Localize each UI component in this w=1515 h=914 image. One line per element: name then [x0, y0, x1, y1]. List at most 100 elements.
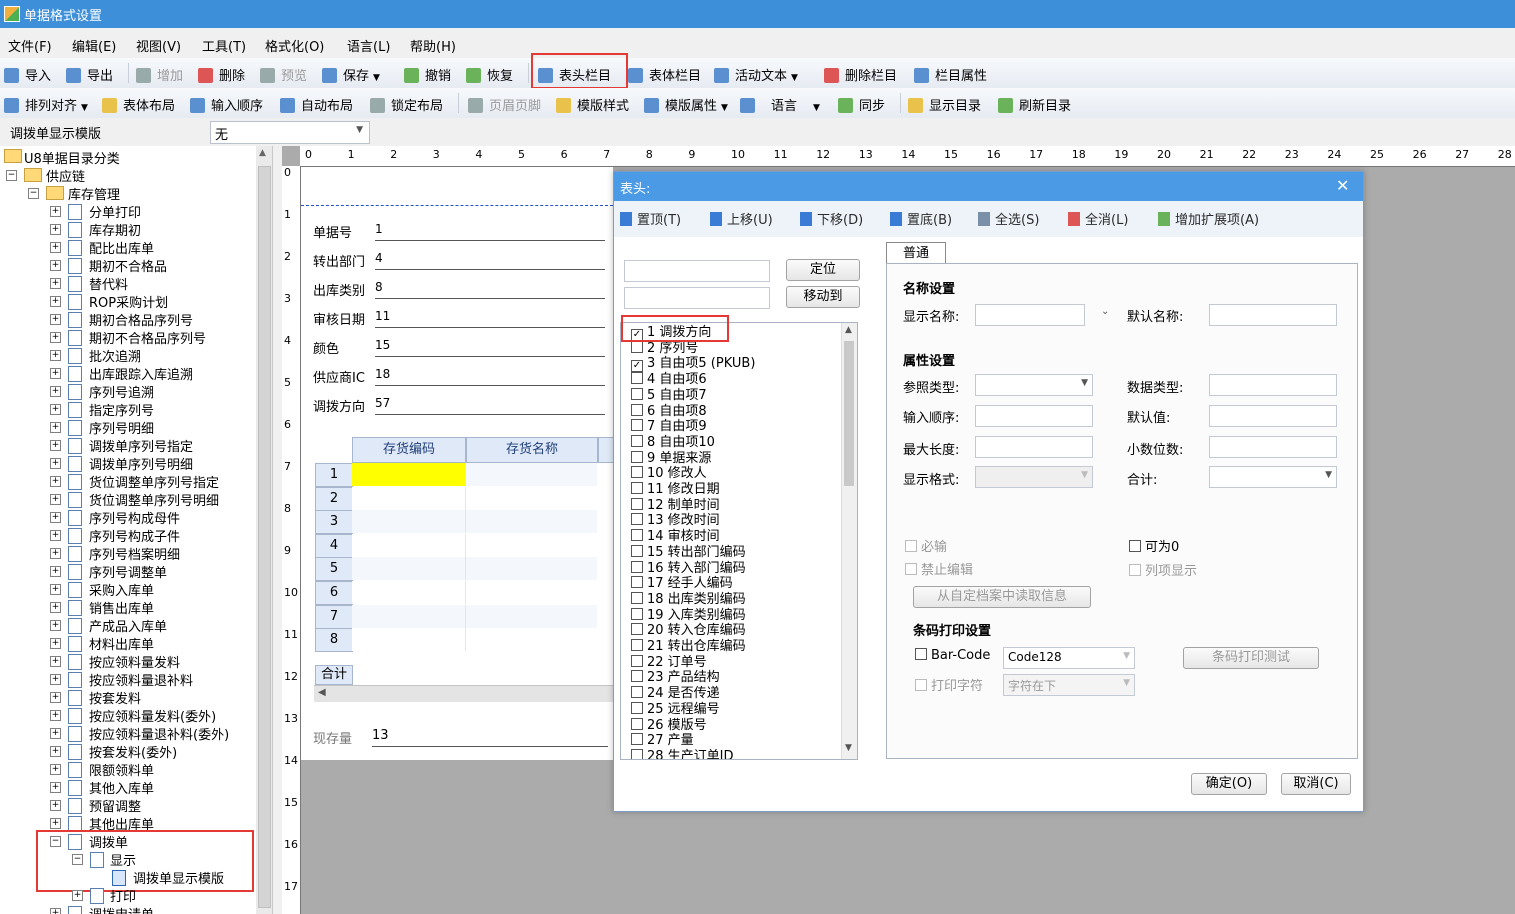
grid-cell[interactable]	[466, 510, 597, 534]
expand-icon[interactable]: +	[50, 206, 61, 217]
expand-icon[interactable]: +	[50, 278, 61, 289]
column-list-item[interactable]: 19 入库类别编码	[631, 607, 746, 623]
tree-node[interactable]: 配比出库单	[89, 238, 154, 257]
column-list-item[interactable]: 12 制单时间	[631, 497, 720, 513]
expand-icon[interactable]: +	[50, 368, 61, 379]
list-scrollbar[interactable]: ▲ ▼	[841, 323, 857, 759]
stock-value[interactable]: 13	[372, 728, 608, 747]
grid-cell[interactable]	[466, 486, 597, 510]
checkbox[interactable]	[631, 623, 643, 636]
checkbox[interactable]	[631, 607, 643, 620]
tree-node[interactable]: 产成品入库单	[89, 616, 167, 635]
field-value[interactable]: 15	[375, 338, 605, 357]
list-display-checkbox[interactable]: 列项显示	[1129, 560, 1197, 579]
grid-header-name[interactable]: 存货名称	[466, 437, 598, 463]
column-list-item[interactable]: 27 产量	[631, 733, 694, 748]
grid-row-number[interactable]: 4	[315, 533, 353, 558]
tree-scrollbar[interactable]: ▲	[256, 146, 272, 914]
checkbox[interactable]	[631, 372, 643, 385]
grid-row-number[interactable]: 7	[315, 604, 353, 629]
display-format-select[interactable]: ▼	[975, 466, 1093, 488]
tree-node[interactable]: 序列号构成母件	[89, 508, 180, 527]
grid-row-number[interactable]: 1	[315, 463, 353, 487]
column-list-item[interactable]: 26 模版号	[631, 717, 707, 733]
expand-icon[interactable]: +	[50, 440, 61, 451]
expand-icon[interactable]: +	[50, 764, 61, 775]
column-list-item[interactable]: 15 转出部门编码	[631, 544, 746, 560]
checkbox[interactable]	[631, 686, 643, 699]
collapse-icon[interactable]: −	[50, 836, 61, 847]
checkbox[interactable]	[631, 717, 643, 730]
tree-node[interactable]: 货位调整单序列号指定	[89, 472, 219, 491]
scroll-down-icon[interactable]: ▼	[845, 743, 852, 753]
checkbox[interactable]	[631, 450, 643, 463]
expand-icon[interactable]: +	[50, 314, 61, 325]
menu-file[interactable]: 文件(F)	[8, 36, 52, 55]
column-list-item[interactable]: 25 远程编号	[631, 701, 720, 717]
expand-icon[interactable]: +	[50, 422, 61, 433]
expand-icon[interactable]: +	[50, 494, 61, 505]
tree-node[interactable]: 分单打印	[89, 202, 141, 221]
expand-icon[interactable]: +	[50, 476, 61, 487]
grid-cell[interactable]	[352, 510, 466, 534]
grid-cell[interactable]	[466, 533, 597, 557]
menu-edit[interactable]: 编辑(E)	[72, 36, 116, 55]
tree-node[interactable]: 限额领料单	[89, 760, 154, 779]
expand-icon[interactable]: +	[50, 566, 61, 577]
no-edit-checkbox[interactable]: 禁止编辑	[905, 559, 973, 578]
checkbox[interactable]	[631, 591, 643, 604]
tree-node-print[interactable]: 打印	[110, 886, 136, 905]
align-button[interactable]: 排列对齐 ▼	[4, 95, 88, 114]
import-button[interactable]: 导入	[4, 65, 51, 84]
chevron-down-icon[interactable]: ⌄	[1101, 306, 1109, 317]
checkbox[interactable]	[631, 670, 643, 683]
grid-cell[interactable]	[352, 533, 466, 557]
default-name-input[interactable]	[1209, 304, 1337, 326]
checkbox[interactable]	[631, 387, 643, 400]
expand-icon[interactable]: +	[50, 908, 61, 914]
expand-icon[interactable]: +	[72, 890, 83, 901]
column-list-item[interactable]: 21 转出仓库编码	[631, 639, 746, 654]
refresh-catalog-button[interactable]: 刷新目录	[998, 95, 1071, 114]
print-chars-checkbox[interactable]: 打印字符	[915, 675, 983, 694]
grid-header-code[interactable]: 存货编码	[352, 437, 466, 463]
grid-row-number[interactable]: 5	[315, 557, 353, 582]
menu-help[interactable]: 帮助(H)	[410, 36, 456, 55]
menu-format[interactable]: 格式化(O)	[265, 36, 324, 55]
expand-icon[interactable]: +	[50, 332, 61, 343]
template-style-button[interactable]: 模版样式	[556, 95, 629, 114]
barcode-checkbox[interactable]: Bar-Code	[915, 648, 990, 663]
column-list-item[interactable]: 18 出库类别编码	[631, 591, 746, 607]
tab-general[interactable]: 普通	[886, 242, 946, 264]
checkbox[interactable]	[631, 654, 643, 667]
tree-node[interactable]: 按套发料	[89, 688, 141, 707]
column-list-item[interactable]: 13 修改时间	[631, 513, 720, 528]
scroll-left-icon[interactable]: ◀	[318, 687, 326, 698]
select-all-button[interactable]: 全选(S)	[978, 209, 1039, 228]
column-list-item[interactable]: 8 自由项10	[631, 434, 715, 450]
expand-icon[interactable]: +	[50, 350, 61, 361]
grid-cell[interactable]	[466, 581, 597, 604]
grid-row-number[interactable]: 3	[315, 510, 353, 535]
tree-node[interactable]: 预留调整	[89, 796, 141, 815]
lock-layout-button[interactable]: 锁定布局	[370, 95, 443, 114]
clear-all-button[interactable]: 全消(L)	[1068, 209, 1128, 228]
data-type-input[interactable]	[1209, 374, 1337, 396]
menu-tools[interactable]: 工具(T)	[202, 36, 246, 55]
tree-node[interactable]: 批次追溯	[89, 346, 141, 365]
column-list-item[interactable]: 22 订单号	[631, 654, 707, 670]
grid-cell[interactable]	[352, 486, 466, 510]
tree-node[interactable]: 替代料	[89, 274, 128, 293]
expand-icon[interactable]: +	[50, 746, 61, 757]
expand-icon[interactable]: +	[50, 674, 61, 685]
tree-node[interactable]: 按应领料量退补料	[89, 670, 193, 689]
display-name-input[interactable]	[975, 304, 1085, 326]
language-button[interactable]: 语言 ▼	[740, 95, 820, 114]
tree-node[interactable]: 期初不合格品	[89, 256, 167, 275]
grid-row-number[interactable]: 2	[315, 486, 353, 511]
tree-node[interactable]: ROP采购计划	[89, 292, 168, 311]
max-length-input[interactable]	[975, 436, 1093, 458]
column-list-item[interactable]: 23 产品结构	[631, 670, 720, 685]
search-input[interactable]	[624, 260, 770, 282]
grid-hscrollbar[interactable]: ◀	[314, 685, 613, 702]
